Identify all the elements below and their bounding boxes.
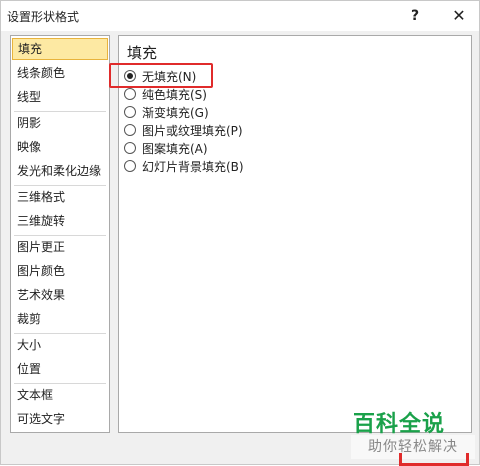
- nav-item-picture-color[interactable]: 图片颜色: [12, 260, 108, 282]
- panel-title: 填充: [127, 44, 158, 62]
- fill-settings-panel: 填充 无填充(N) 纯色填充(S) 渐变填充(G) 图片或纹理填充(P) 图案填…: [118, 35, 472, 433]
- window-title: 设置形状格式: [7, 10, 80, 24]
- option-label: 图片或纹理填充(P): [142, 124, 243, 138]
- option-label: 渐变填充(G): [142, 106, 209, 120]
- nav-item-3d-format[interactable]: 三维格式: [12, 186, 108, 208]
- radio-icon[interactable]: [124, 88, 136, 100]
- option-label: 图案填充(A): [142, 142, 208, 156]
- title-bar: 设置形状格式 ? ✕: [1, 1, 479, 31]
- option-label: 幻灯片背景填充(B): [142, 160, 244, 174]
- radio-icon[interactable]: [124, 160, 136, 172]
- radio-icon[interactable]: [124, 124, 136, 136]
- nav-item-artistic-effects[interactable]: 艺术效果: [12, 284, 108, 306]
- nav-item-position[interactable]: 位置: [12, 358, 108, 380]
- radio-pattern-fill[interactable]: 图案填充(A): [124, 140, 208, 158]
- radio-gradient-fill[interactable]: 渐变填充(G): [124, 104, 209, 122]
- radio-icon[interactable]: [124, 106, 136, 118]
- nav-item-3d-rotation[interactable]: 三维旋转: [12, 210, 108, 232]
- category-list: 填充 线条颜色 线型 阴影 映像 发光和柔化边缘 三维格式 三维旋转 图片更正 …: [10, 35, 110, 433]
- format-shape-dialog: 设置形状格式 ? ✕ 填充 线条颜色 线型 阴影 映像 发光和柔化边缘 三维格式…: [0, 0, 480, 466]
- nav-item-shadow[interactable]: 阴影: [12, 112, 108, 134]
- radio-icon[interactable]: [124, 142, 136, 154]
- nav-item-size[interactable]: 大小: [12, 334, 108, 356]
- radio-solid-fill[interactable]: 纯色填充(S): [124, 86, 207, 104]
- nav-item-alt-text[interactable]: 可选文字: [12, 408, 108, 430]
- watermark-title: 百科全说: [353, 412, 446, 437]
- highlight-corner: [399, 453, 469, 466]
- nav-item-crop[interactable]: 裁剪: [12, 308, 108, 330]
- nav-item-fill[interactable]: 填充: [12, 38, 108, 60]
- nav-item-reflection[interactable]: 映像: [12, 136, 108, 158]
- highlight-box: [109, 63, 213, 88]
- nav-item-line-color[interactable]: 线条颜色: [12, 62, 108, 84]
- nav-item-line-style[interactable]: 线型: [12, 86, 108, 108]
- nav-item-text-box[interactable]: 文本框: [12, 384, 108, 406]
- help-button[interactable]: ?: [404, 5, 426, 27]
- nav-item-picture-corrections[interactable]: 图片更正: [12, 236, 108, 258]
- close-button[interactable]: ✕: [448, 5, 470, 27]
- nav-item-glow-soft-edges[interactable]: 发光和柔化边缘: [12, 160, 108, 182]
- radio-picture-texture-fill[interactable]: 图片或纹理填充(P): [124, 122, 243, 140]
- option-label: 纯色填充(S): [142, 88, 207, 102]
- radio-slide-background-fill[interactable]: 幻灯片背景填充(B): [124, 158, 244, 176]
